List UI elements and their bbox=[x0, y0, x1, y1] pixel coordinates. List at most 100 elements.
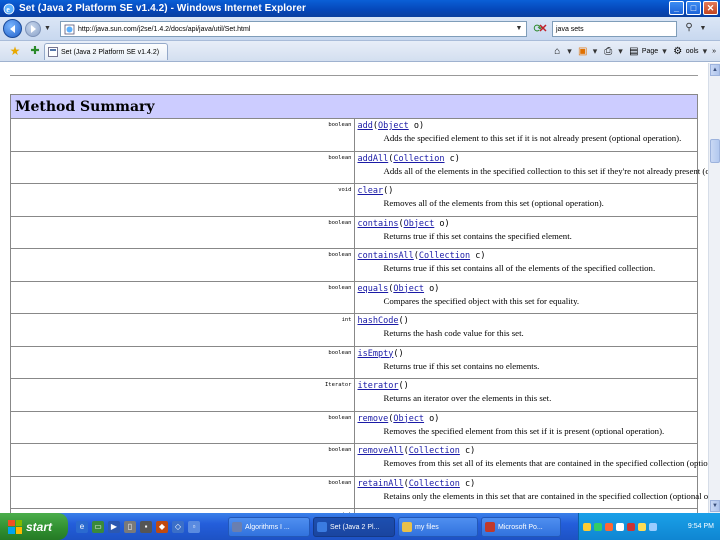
method-signature: removeAll(Collection c) bbox=[358, 446, 698, 457]
method-link[interactable]: equals bbox=[358, 284, 389, 294]
device-icon[interactable]: ▯ bbox=[124, 520, 136, 533]
quick-launch: e ▭ ▶ ▯ ▪ ◆ ◇ ▫ bbox=[76, 520, 200, 533]
folder-icon[interactable]: ▭ bbox=[92, 520, 104, 533]
method-link[interactable]: clear bbox=[358, 186, 384, 196]
close-button[interactable]: ✕ bbox=[703, 1, 718, 15]
method-row: boolean containsAll(Collection c) Returns … bbox=[10, 248, 698, 282]
print-icon: ⎙ bbox=[604, 45, 613, 57]
method-cell: clear() Removes all of the elements from … bbox=[353, 183, 698, 217]
search-icon[interactable]: ⚲ bbox=[682, 22, 696, 36]
home-button[interactable]: ⌂ ▾ bbox=[551, 44, 572, 58]
tray-icon[interactable] bbox=[638, 522, 646, 531]
arrow-right-icon bbox=[31, 24, 36, 33]
tools-menu[interactable]: ⚙ ools ▾ bbox=[672, 44, 707, 58]
print-button[interactable]: ⎙ ▾ bbox=[602, 44, 623, 58]
method-link[interactable]: addAll bbox=[358, 154, 389, 164]
taskbar-button[interactable]: Microsoft Po... bbox=[481, 517, 561, 537]
taskbar-button[interactable]: my files bbox=[398, 517, 478, 537]
scroll-up-icon[interactable]: ▲ bbox=[710, 64, 720, 76]
return-type: boolean bbox=[10, 248, 355, 282]
address-dropdown-icon[interactable]: ▼ bbox=[513, 23, 525, 35]
signature-open: () bbox=[383, 186, 394, 196]
vertical-scrollbar[interactable]: ▲ ▼ bbox=[708, 63, 720, 513]
scroll-thumb[interactable] bbox=[710, 139, 720, 163]
tray-icon[interactable] bbox=[627, 522, 635, 531]
param-name: o) bbox=[424, 413, 440, 424]
param-type-link[interactable]: Collection bbox=[419, 251, 470, 261]
search-options-icon[interactable]: ▼ bbox=[698, 22, 708, 36]
taskbar-button-label: Microsoft Po... bbox=[498, 523, 543, 531]
tray-icon[interactable] bbox=[649, 522, 657, 531]
address-url[interactable]: http://java.sun.com/j2se/1.4.2/docs/api/… bbox=[78, 26, 250, 33]
method-link[interactable]: removeAll bbox=[358, 446, 404, 456]
method-cell: hashCode() Returns the hash code value fo… bbox=[353, 313, 698, 347]
media-icon[interactable]: ▶ bbox=[108, 520, 120, 533]
app-icon[interactable]: ◆ bbox=[156, 520, 168, 533]
tray-icon[interactable] bbox=[616, 522, 624, 531]
method-link[interactable]: hashCode bbox=[358, 316, 399, 326]
tray-icon[interactable] bbox=[583, 522, 591, 531]
forward-button[interactable] bbox=[25, 20, 41, 37]
taskbar: start e ▭ ▶ ▯ ▪ ◆ ◇ ▫ Algorithms I ... Se… bbox=[0, 513, 720, 540]
method-row: void clear() Removes all of the elements f… bbox=[10, 183, 698, 217]
param-type-link[interactable]: Collection bbox=[393, 154, 444, 164]
param-type-link[interactable]: Object bbox=[404, 219, 435, 229]
app-icon[interactable]: ◇ bbox=[172, 520, 184, 533]
param-type-link[interactable]: Collection bbox=[409, 446, 460, 456]
history-dropdown-icon[interactable]: ▼ bbox=[44, 25, 54, 32]
signature-open: () bbox=[398, 316, 409, 326]
add-favorite-icon[interactable]: ✚ bbox=[28, 44, 42, 58]
method-row: boolean retainAll(Collection c) Retains on… bbox=[10, 475, 709, 509]
home-icon: ⌂ bbox=[554, 45, 561, 57]
param-type-link[interactable]: Object bbox=[393, 284, 424, 294]
scroll-down-icon[interactable]: ▼ bbox=[710, 500, 720, 512]
window-icon bbox=[232, 522, 242, 532]
method-description: Retains only the elements in this set th… bbox=[383, 490, 709, 501]
minimize-button[interactable]: _ bbox=[669, 1, 684, 15]
tools-menu-label: ools bbox=[685, 47, 699, 55]
param-type-link[interactable]: Object bbox=[393, 414, 424, 424]
param-name: c) bbox=[459, 478, 476, 489]
param-name: o) bbox=[434, 218, 450, 229]
taskbar-button[interactable]: Algorithms I ... bbox=[228, 517, 310, 537]
method-summary-heading: Method Summary bbox=[10, 94, 698, 119]
tray-icon[interactable] bbox=[594, 522, 602, 531]
return-type: boolean bbox=[10, 475, 355, 509]
method-link[interactable]: iterator bbox=[358, 381, 399, 391]
tray-icon[interactable] bbox=[605, 522, 613, 531]
tab-set-javadoc[interactable]: Set (Java 2 Platform SE v1.4.2) bbox=[44, 43, 168, 60]
search-input[interactable]: java sets bbox=[556, 26, 584, 33]
method-cell: retainAll(Collection c) Retains only the … bbox=[353, 475, 709, 509]
app-icon[interactable]: ▫ bbox=[188, 520, 200, 533]
start-button[interactable]: start bbox=[0, 513, 68, 540]
param-name: c) bbox=[444, 153, 460, 164]
back-button[interactable] bbox=[3, 19, 22, 38]
maximize-button[interactable]: □ bbox=[686, 1, 701, 15]
method-link[interactable]: isEmpty bbox=[358, 349, 394, 359]
method-link[interactable]: add bbox=[358, 121, 373, 131]
command-prompt-icon[interactable]: ▪ bbox=[140, 520, 152, 533]
search-box[interactable]: java sets bbox=[552, 21, 677, 37]
method-description: Returns an iterator over the elements in… bbox=[383, 393, 552, 403]
taskbar-button[interactable]: Set (Java 2 Pl... bbox=[313, 517, 395, 537]
signature-open: () bbox=[398, 381, 409, 391]
method-description: Removes the specified element from this … bbox=[383, 425, 665, 436]
param-type-link[interactable]: Collection bbox=[409, 479, 460, 489]
method-link[interactable]: remove bbox=[358, 414, 389, 424]
method-link[interactable]: containsAll bbox=[358, 251, 414, 261]
page-menu[interactable]: ▤ Page ▾ bbox=[628, 44, 667, 58]
method-link[interactable]: contains bbox=[358, 219, 399, 229]
stop-icon[interactable]: ✕ bbox=[536, 22, 550, 36]
feeds-button[interactable]: ▣ ▾ bbox=[577, 44, 597, 58]
favorites-star-icon[interactable]: ★ bbox=[8, 44, 22, 58]
more-commands-button[interactable]: » bbox=[712, 44, 716, 58]
address-toolbar: ▼ http://java.sun.com/j2se/1.4.2/docs/ap… bbox=[0, 17, 720, 41]
return-type: boolean bbox=[10, 215, 355, 249]
address-bar[interactable]: http://java.sun.com/j2se/1.4.2/docs/api/… bbox=[60, 21, 527, 37]
param-name: c) bbox=[459, 446, 476, 456]
method-link[interactable]: retainAll bbox=[358, 479, 404, 489]
internet-explorer-icon[interactable]: e bbox=[76, 520, 88, 533]
method-description: Returns true if this set contains all of… bbox=[383, 263, 656, 273]
param-type-link[interactable]: Object bbox=[378, 121, 409, 131]
window-icon bbox=[485, 522, 495, 532]
